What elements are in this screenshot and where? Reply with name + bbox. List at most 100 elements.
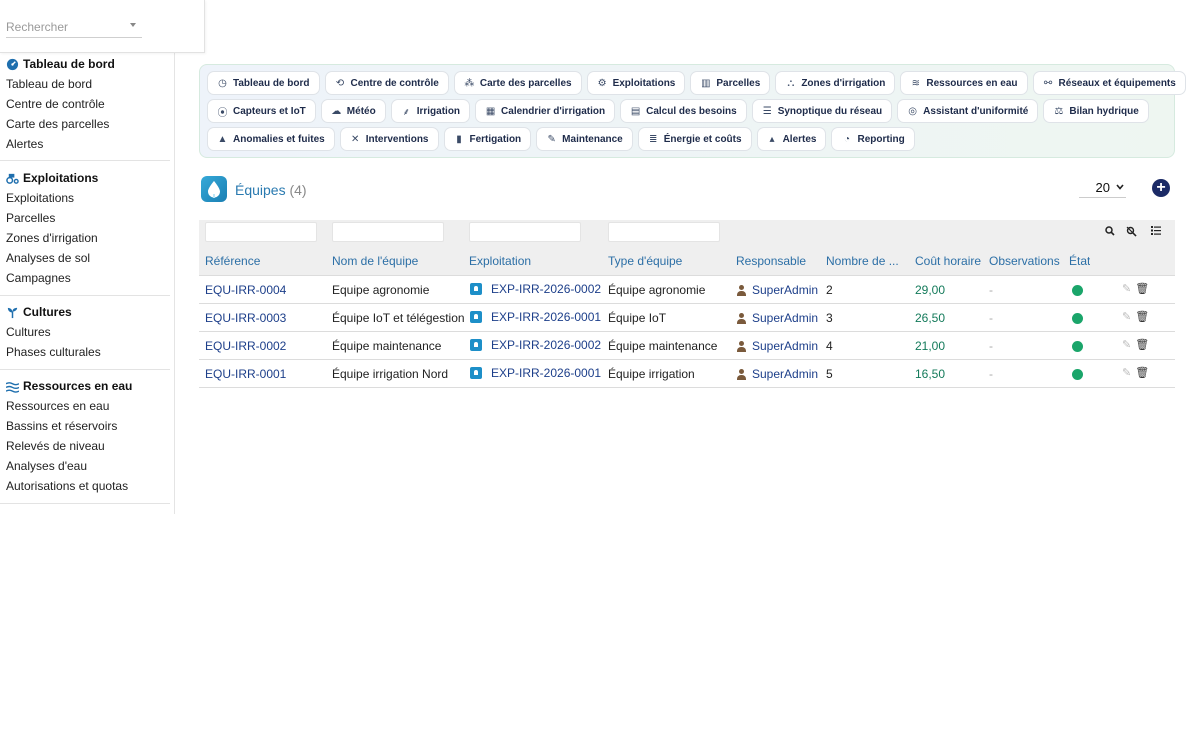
page-title: Équipes (4) [235, 182, 307, 198]
sidebar-item-soil-analyses[interactable]: Analyses de sol [0, 248, 170, 268]
cell-responsable[interactable]: SuperAdmin [736, 367, 818, 381]
tools-icon: ✕ [351, 133, 360, 145]
cell-exploitation[interactable]: EXP-IRR-2026-0001 [470, 366, 601, 380]
sidebar-item-parcels[interactable]: Parcelles [0, 208, 170, 228]
nav-fertigation[interactable]: ▮ Fertigation [443, 127, 532, 151]
cell-exploitation[interactable]: EXP-IRR-2026-0001 [470, 310, 601, 324]
sidebar-item-campaigns[interactable]: Campagnes [0, 268, 170, 288]
table-row[interactable]: EQU-IRR-0002 Équipe maintenance EXP-IRR-… [199, 332, 1175, 360]
column-header-type[interactable]: Type d'équipe [608, 254, 682, 268]
sidebar-section-title[interactable]: Cultures [0, 302, 170, 322]
sidebar-item-farms[interactable]: Exploitations [0, 188, 170, 208]
cell-reference[interactable]: EQU-IRR-0004 [205, 283, 286, 297]
nav-water-resources[interactable]: ≋ Ressources en eau [900, 71, 1028, 95]
chevron-down-icon[interactable] [130, 23, 136, 27]
gauge-icon [6, 58, 19, 70]
column-header-hourly-cost[interactable]: Coût horaire [915, 254, 981, 268]
nav-alerts[interactable]: ▴ Alertes [756, 127, 827, 151]
target-icon: ◎ [908, 105, 918, 117]
cell-reference[interactable]: EQU-IRR-0001 [205, 367, 286, 381]
sidebar-item-basins[interactable]: Bassins et réservoirs [0, 416, 170, 436]
sidebar-section-title[interactable]: Tableau de bord [0, 54, 170, 74]
page-size-select[interactable]: 20 [1079, 177, 1126, 198]
sidebar-item-alerts[interactable]: Alertes [0, 134, 170, 154]
trash-icon[interactable]: 🗑 [1135, 338, 1149, 351]
nav-irrigation-zones[interactable]: ⛬ Zones d'irrigation [775, 71, 896, 95]
filter-exploitation-input[interactable] [469, 222, 581, 242]
cell-responsable[interactable]: SuperAdmin [736, 339, 818, 353]
add-button[interactable]: + [1152, 179, 1170, 197]
nav-control-center[interactable]: ⟲ Centre de contrôle [324, 71, 449, 95]
filter-reference-input[interactable] [205, 222, 317, 242]
cell-reference[interactable]: EQU-IRR-0003 [205, 311, 286, 325]
search-input[interactable] [6, 17, 142, 38]
tractor-icon [6, 173, 19, 184]
cell-responsable[interactable]: SuperAdmin [736, 283, 818, 297]
table-row[interactable]: EQU-IRR-0001 Équipe irrigation Nord EXP-… [199, 360, 1175, 388]
table-row[interactable]: EQU-IRR-0003 Équipe IoT et télégestion E… [199, 304, 1175, 332]
nav-energy-costs[interactable]: ≣ Énergie et coûts [637, 127, 752, 151]
sidebar-section-title[interactable]: Ressources en eau [0, 376, 170, 396]
sidebar-section-title[interactable]: Exploitations [0, 168, 170, 188]
nav-needs-calculation[interactable]: ▤ Calcul des besoins [620, 99, 747, 123]
trash-icon[interactable]: 🗑 [1135, 366, 1149, 379]
nav-weather[interactable]: ☁ Météo [320, 99, 386, 123]
row-actions: ✎ 🗑 [1122, 310, 1149, 323]
sidebar-item-water-resources[interactable]: Ressources en eau [0, 396, 170, 416]
nav-reporting[interactable]: ◔ Reporting [831, 127, 915, 151]
nav-water-balance[interactable]: ⚖ Bilan hydrique [1043, 99, 1149, 123]
cell-exploitation[interactable]: EXP-IRR-2026-0002 [470, 282, 601, 296]
column-header-name[interactable]: Nom de l'équipe [332, 254, 418, 268]
pencil-icon[interactable]: ✎ [1122, 310, 1131, 323]
nav-farms[interactable]: ⚙ Exploitations [586, 71, 686, 95]
pencil-icon[interactable]: ✎ [1122, 366, 1131, 379]
column-header-state[interactable]: État [1069, 254, 1090, 268]
sidebar-item-irrigation-zones[interactable]: Zones d'irrigation [0, 228, 170, 248]
list-icon[interactable] [1151, 226, 1161, 235]
nav-irrigation-calendar[interactable]: ▦ Calendrier d'irrigation [475, 99, 616, 123]
nav-networks[interactable]: ⚯ Réseaux et équipements [1032, 71, 1186, 95]
filter-name-input[interactable] [332, 222, 444, 242]
sidebar-item-level-readings[interactable]: Relevés de niveau [0, 436, 170, 456]
cell-member-count: 3 [826, 311, 833, 325]
search-icon[interactable] [1105, 226, 1115, 236]
clear-filter-icon[interactable] [1126, 226, 1137, 237]
sidebar-section-crops: Cultures Cultures Phases culturales [0, 302, 170, 362]
cell-responsable[interactable]: SuperAdmin [736, 311, 818, 325]
nav-sensors[interactable]: ⦿ Capteurs et IoT [207, 99, 316, 123]
sidebar-item-parcel-map[interactable]: Carte des parcelles [0, 114, 170, 134]
nav-anomalies[interactable]: ▲ Anomalies et fuites [207, 127, 335, 151]
nav-parcel-map[interactable]: ⁂ Carte des parcelles [453, 71, 582, 95]
column-header-reference[interactable]: Référence [205, 254, 260, 268]
nav-network-synoptic[interactable]: ☰ Synoptique du réseau [751, 99, 893, 123]
cell-hourly-cost: 21,00 [915, 339, 946, 353]
cell-reference[interactable]: EQU-IRR-0002 [205, 339, 286, 353]
nav-dashboard[interactable]: ◷ Tableau de bord [207, 71, 320, 95]
sidebar-item-dashboard[interactable]: Tableau de bord [0, 74, 170, 94]
nav-interventions[interactable]: ✕ Interventions [339, 127, 439, 151]
water-icon: ≋ [911, 77, 921, 89]
pencil-icon[interactable]: ✎ [1122, 338, 1131, 351]
sidebar-item-crops[interactable]: Cultures [0, 322, 170, 342]
cell-exploitation[interactable]: EXP-IRR-2026-0002 [470, 338, 601, 352]
column-header-responsable[interactable]: Responsable [736, 254, 806, 268]
trash-icon[interactable]: 🗑 [1135, 310, 1149, 323]
nav-uniformity-assistant[interactable]: ◎ Assistant d'uniformité [897, 99, 1039, 123]
cell-hourly-cost: 16,50 [915, 367, 946, 381]
pencil-icon[interactable]: ✎ [1122, 282, 1131, 295]
column-header-exploitation[interactable]: Exploitation [469, 254, 531, 268]
sidebar-item-authorizations[interactable]: Autorisations et quotas [0, 476, 170, 496]
sidebar-item-control-center[interactable]: Centre de contrôle [0, 94, 170, 114]
trash-icon[interactable]: 🗑 [1135, 282, 1149, 295]
column-header-observations[interactable]: Observations [989, 254, 1060, 268]
sidebar-item-water-analyses[interactable]: Analyses d'eau [0, 456, 170, 476]
sidebar-item-crop-phases[interactable]: Phases culturales [0, 342, 170, 362]
column-header-member-count[interactable]: Nombre de ... [826, 254, 898, 268]
calculator-icon: ▤ [630, 105, 641, 117]
nav-maintenance[interactable]: ✎ Maintenance [536, 127, 633, 151]
filter-type-input[interactable] [608, 222, 720, 242]
cell-name: Équipe irrigation Nord [332, 367, 449, 381]
nav-irrigation[interactable]: ⸙ Irrigation [390, 99, 471, 123]
table-row[interactable]: EQU-IRR-0004 Equipe agronomie EXP-IRR-20… [199, 276, 1175, 304]
nav-parcels[interactable]: ▥ Parcelles [690, 71, 771, 95]
